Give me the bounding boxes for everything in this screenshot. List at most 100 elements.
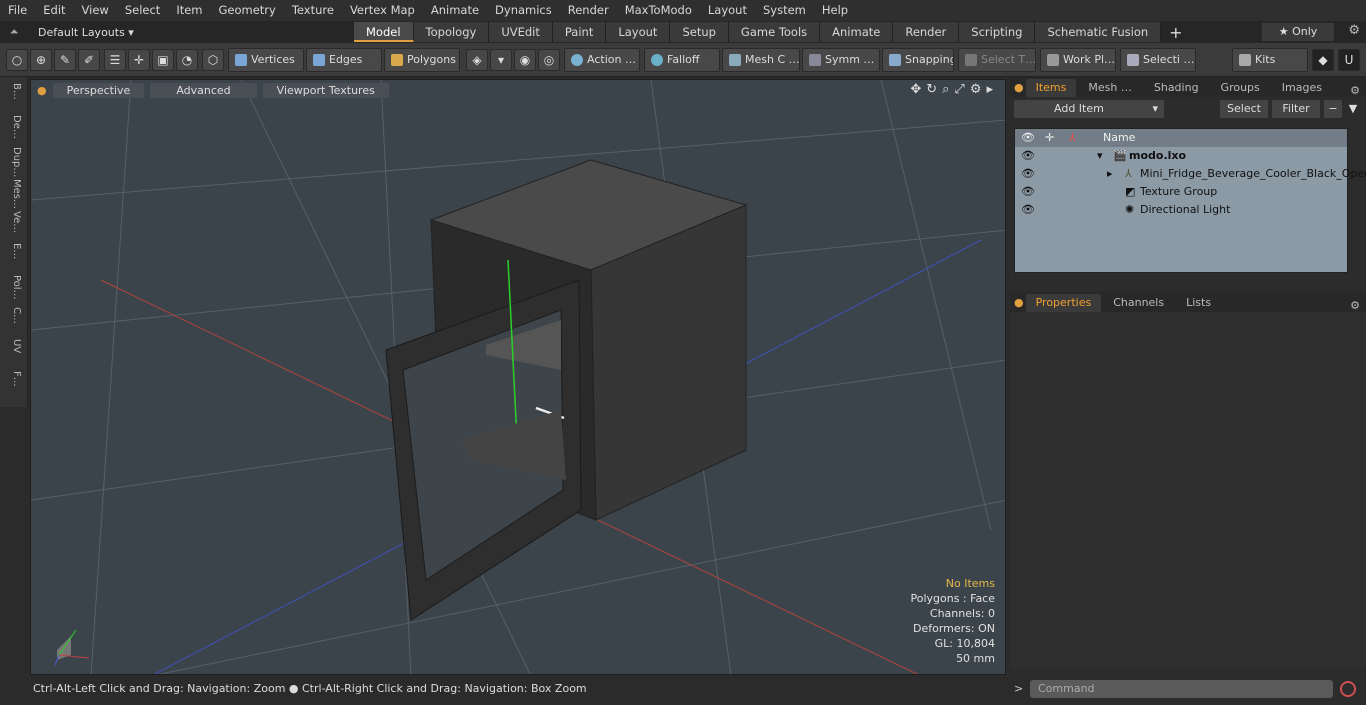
tab-game-tools[interactable]: Game Tools	[728, 22, 821, 42]
menu-item-render[interactable]: Render	[560, 0, 617, 21]
tab-animate[interactable]: Animate	[820, 22, 894, 42]
item-row-light[interactable]: 👁 ✺ Directional Light	[1015, 201, 1347, 219]
left-tab-3[interactable]: Mes…	[4, 179, 22, 209]
expand-icon[interactable]: ▸	[1107, 165, 1113, 183]
menu-item-texture[interactable]: Texture	[284, 0, 342, 21]
eye-icon[interactable]: 👁	[1021, 165, 1035, 183]
3d-viewport[interactable]: ● Perspective Advanced Viewport Textures…	[30, 79, 1006, 675]
left-tab-2[interactable]: Dup…	[4, 147, 22, 177]
only-button[interactable]: ★ Only	[1262, 23, 1334, 41]
item-row-texture-group[interactable]: 👁 ◩ Texture Group	[1015, 183, 1347, 201]
snapping-button[interactable]: Snapping	[882, 48, 954, 72]
left-tab-5[interactable]: E…	[4, 243, 22, 259]
left-tab-1[interactable]: De…	[4, 115, 22, 139]
panel-gear-icon[interactable]: ⚙	[1350, 84, 1360, 97]
perspective-button[interactable]: Perspective	[52, 82, 145, 98]
left-tab-8[interactable]: UV	[4, 339, 22, 353]
work-plane-button[interactable]: Work Pl…	[1040, 48, 1116, 72]
tab-render[interactable]: Render	[893, 22, 960, 42]
command-input[interactable]: Command	[1030, 680, 1333, 698]
menu-item-edit[interactable]: Edit	[35, 0, 73, 21]
falloff-button[interactable]: Falloff	[644, 48, 720, 72]
add-tab-icon[interactable]: +	[1169, 23, 1182, 42]
pen-icon[interactable]: ✎	[54, 49, 76, 71]
zoom-icon[interactable]: ⌕	[942, 82, 949, 97]
selection-sets-button[interactable]: Selecti …	[1120, 48, 1196, 72]
action-button[interactable]: Action …	[564, 48, 640, 72]
eye-icon[interactable]: 👁	[1021, 201, 1035, 219]
menu-item-file[interactable]: File	[0, 0, 35, 21]
funnel-icon[interactable]: ▼	[1344, 100, 1362, 118]
kits-button[interactable]: Kits	[1232, 48, 1308, 72]
left-tab-7[interactable]: C…	[4, 307, 22, 324]
tab-images[interactable]: Images	[1272, 79, 1332, 97]
left-tab-6[interactable]: Pol…	[4, 275, 22, 300]
expand-icon[interactable]: ▾	[1097, 147, 1103, 165]
menu-item-help[interactable]: Help	[814, 0, 856, 21]
material2-icon[interactable]: ◎	[538, 49, 560, 71]
polygons-button[interactable]: Polygons	[384, 48, 460, 72]
menu-item-select[interactable]: Select	[117, 0, 168, 21]
tab-topology[interactable]: Topology	[413, 22, 490, 42]
tab-layout[interactable]: Layout	[606, 22, 671, 42]
menu-item-maxtomodo[interactable]: MaxToModo	[617, 0, 700, 21]
symmetry-button[interactable]: Symm …	[802, 48, 880, 72]
tab-uvedit[interactable]: UVEdit	[489, 22, 553, 42]
mesh-constraint-button[interactable]: Mesh C …	[722, 48, 800, 72]
menu-item-vertex-map[interactable]: Vertex Map	[342, 0, 423, 21]
left-tab-4[interactable]: Ve…	[4, 211, 22, 233]
gear-icon[interactable]: ⚙	[1348, 23, 1360, 38]
align-icon[interactable]: ☰	[104, 49, 126, 71]
vertices-button[interactable]: Vertices	[228, 48, 304, 72]
move-icon[interactable]: ✥	[910, 82, 921, 97]
tab-items[interactable]: Items	[1025, 79, 1077, 97]
tab-scripting[interactable]: Scripting	[959, 22, 1036, 42]
menu-item-animate[interactable]: Animate	[423, 0, 487, 21]
item-row-mesh[interactable]: 👁 ▸ ⅄ Mini_Fridge_Beverage_Cooler_Black_…	[1015, 165, 1366, 183]
brush-icon[interactable]: ✐	[78, 49, 100, 71]
record-icon[interactable]	[1340, 681, 1356, 697]
menu-item-view[interactable]: View	[74, 0, 117, 21]
tab-shading[interactable]: Shading	[1144, 79, 1209, 97]
tab-mesh[interactable]: Mesh …	[1078, 79, 1141, 97]
chevron-down-icon[interactable]: ▾	[490, 49, 512, 71]
tab-schematic-fusion[interactable]: Schematic Fusion	[1035, 22, 1162, 42]
item-mode-icon[interactable]: ◈	[466, 49, 488, 71]
left-tab-0[interactable]: B…	[4, 83, 22, 100]
shield-icon[interactable]: ⬡	[202, 49, 224, 71]
unreal-icon[interactable]: U	[1338, 49, 1360, 71]
menu-item-layout[interactable]: Layout	[700, 0, 755, 21]
circle-select-icon[interactable]: ○	[6, 49, 28, 71]
collapse-icon[interactable]: −	[1324, 100, 1342, 118]
tab-properties[interactable]: Properties	[1025, 294, 1102, 312]
frame-icon[interactable]: ▣	[152, 49, 174, 71]
filter-button[interactable]: Filter	[1272, 100, 1320, 118]
advanced-button[interactable]: Advanced	[150, 82, 257, 98]
unity-icon[interactable]: ◆	[1312, 49, 1334, 71]
eye-icon[interactable]: 👁	[1021, 183, 1035, 201]
tab-paint[interactable]: Paint	[552, 22, 607, 42]
edges-button[interactable]: Edges	[306, 48, 382, 72]
globe-icon[interactable]: ⊕	[30, 49, 52, 71]
tab-channels[interactable]: Channels	[1103, 294, 1174, 312]
left-tab-9[interactable]: F…	[4, 371, 22, 387]
eye-icon[interactable]: 👁	[1021, 147, 1035, 165]
menu-item-geometry[interactable]: Geometry	[211, 0, 284, 21]
maximize-icon[interactable]: ⤢	[954, 82, 964, 97]
select-button[interactable]: Select	[1220, 100, 1268, 118]
item-row-scene[interactable]: 👁 ▾ 🎬 modo.lxo	[1015, 147, 1347, 165]
panel-gear-icon[interactable]: ⚙	[1350, 299, 1360, 312]
rotate-view-icon[interactable]: ↻	[926, 82, 937, 97]
rotate-icon[interactable]: ◔	[176, 49, 198, 71]
add-item-dropdown[interactable]: Add Item ▾	[1014, 100, 1164, 118]
menu-item-dynamics[interactable]: Dynamics	[487, 0, 560, 21]
tab-setup[interactable]: Setup	[670, 22, 729, 42]
tab-groups[interactable]: Groups	[1211, 79, 1270, 97]
material-icon[interactable]: ◉	[514, 49, 536, 71]
select-through-button[interactable]: Select T…	[958, 48, 1036, 72]
tab-lists[interactable]: Lists	[1176, 294, 1221, 312]
layout-up-icon[interactable]: ⏶	[0, 25, 28, 39]
viewport-textures-button[interactable]: Viewport Textures	[262, 82, 389, 98]
default-layouts-dropdown[interactable]: Default Layouts ▾	[28, 26, 328, 39]
menu-item-item[interactable]: Item	[168, 0, 210, 21]
